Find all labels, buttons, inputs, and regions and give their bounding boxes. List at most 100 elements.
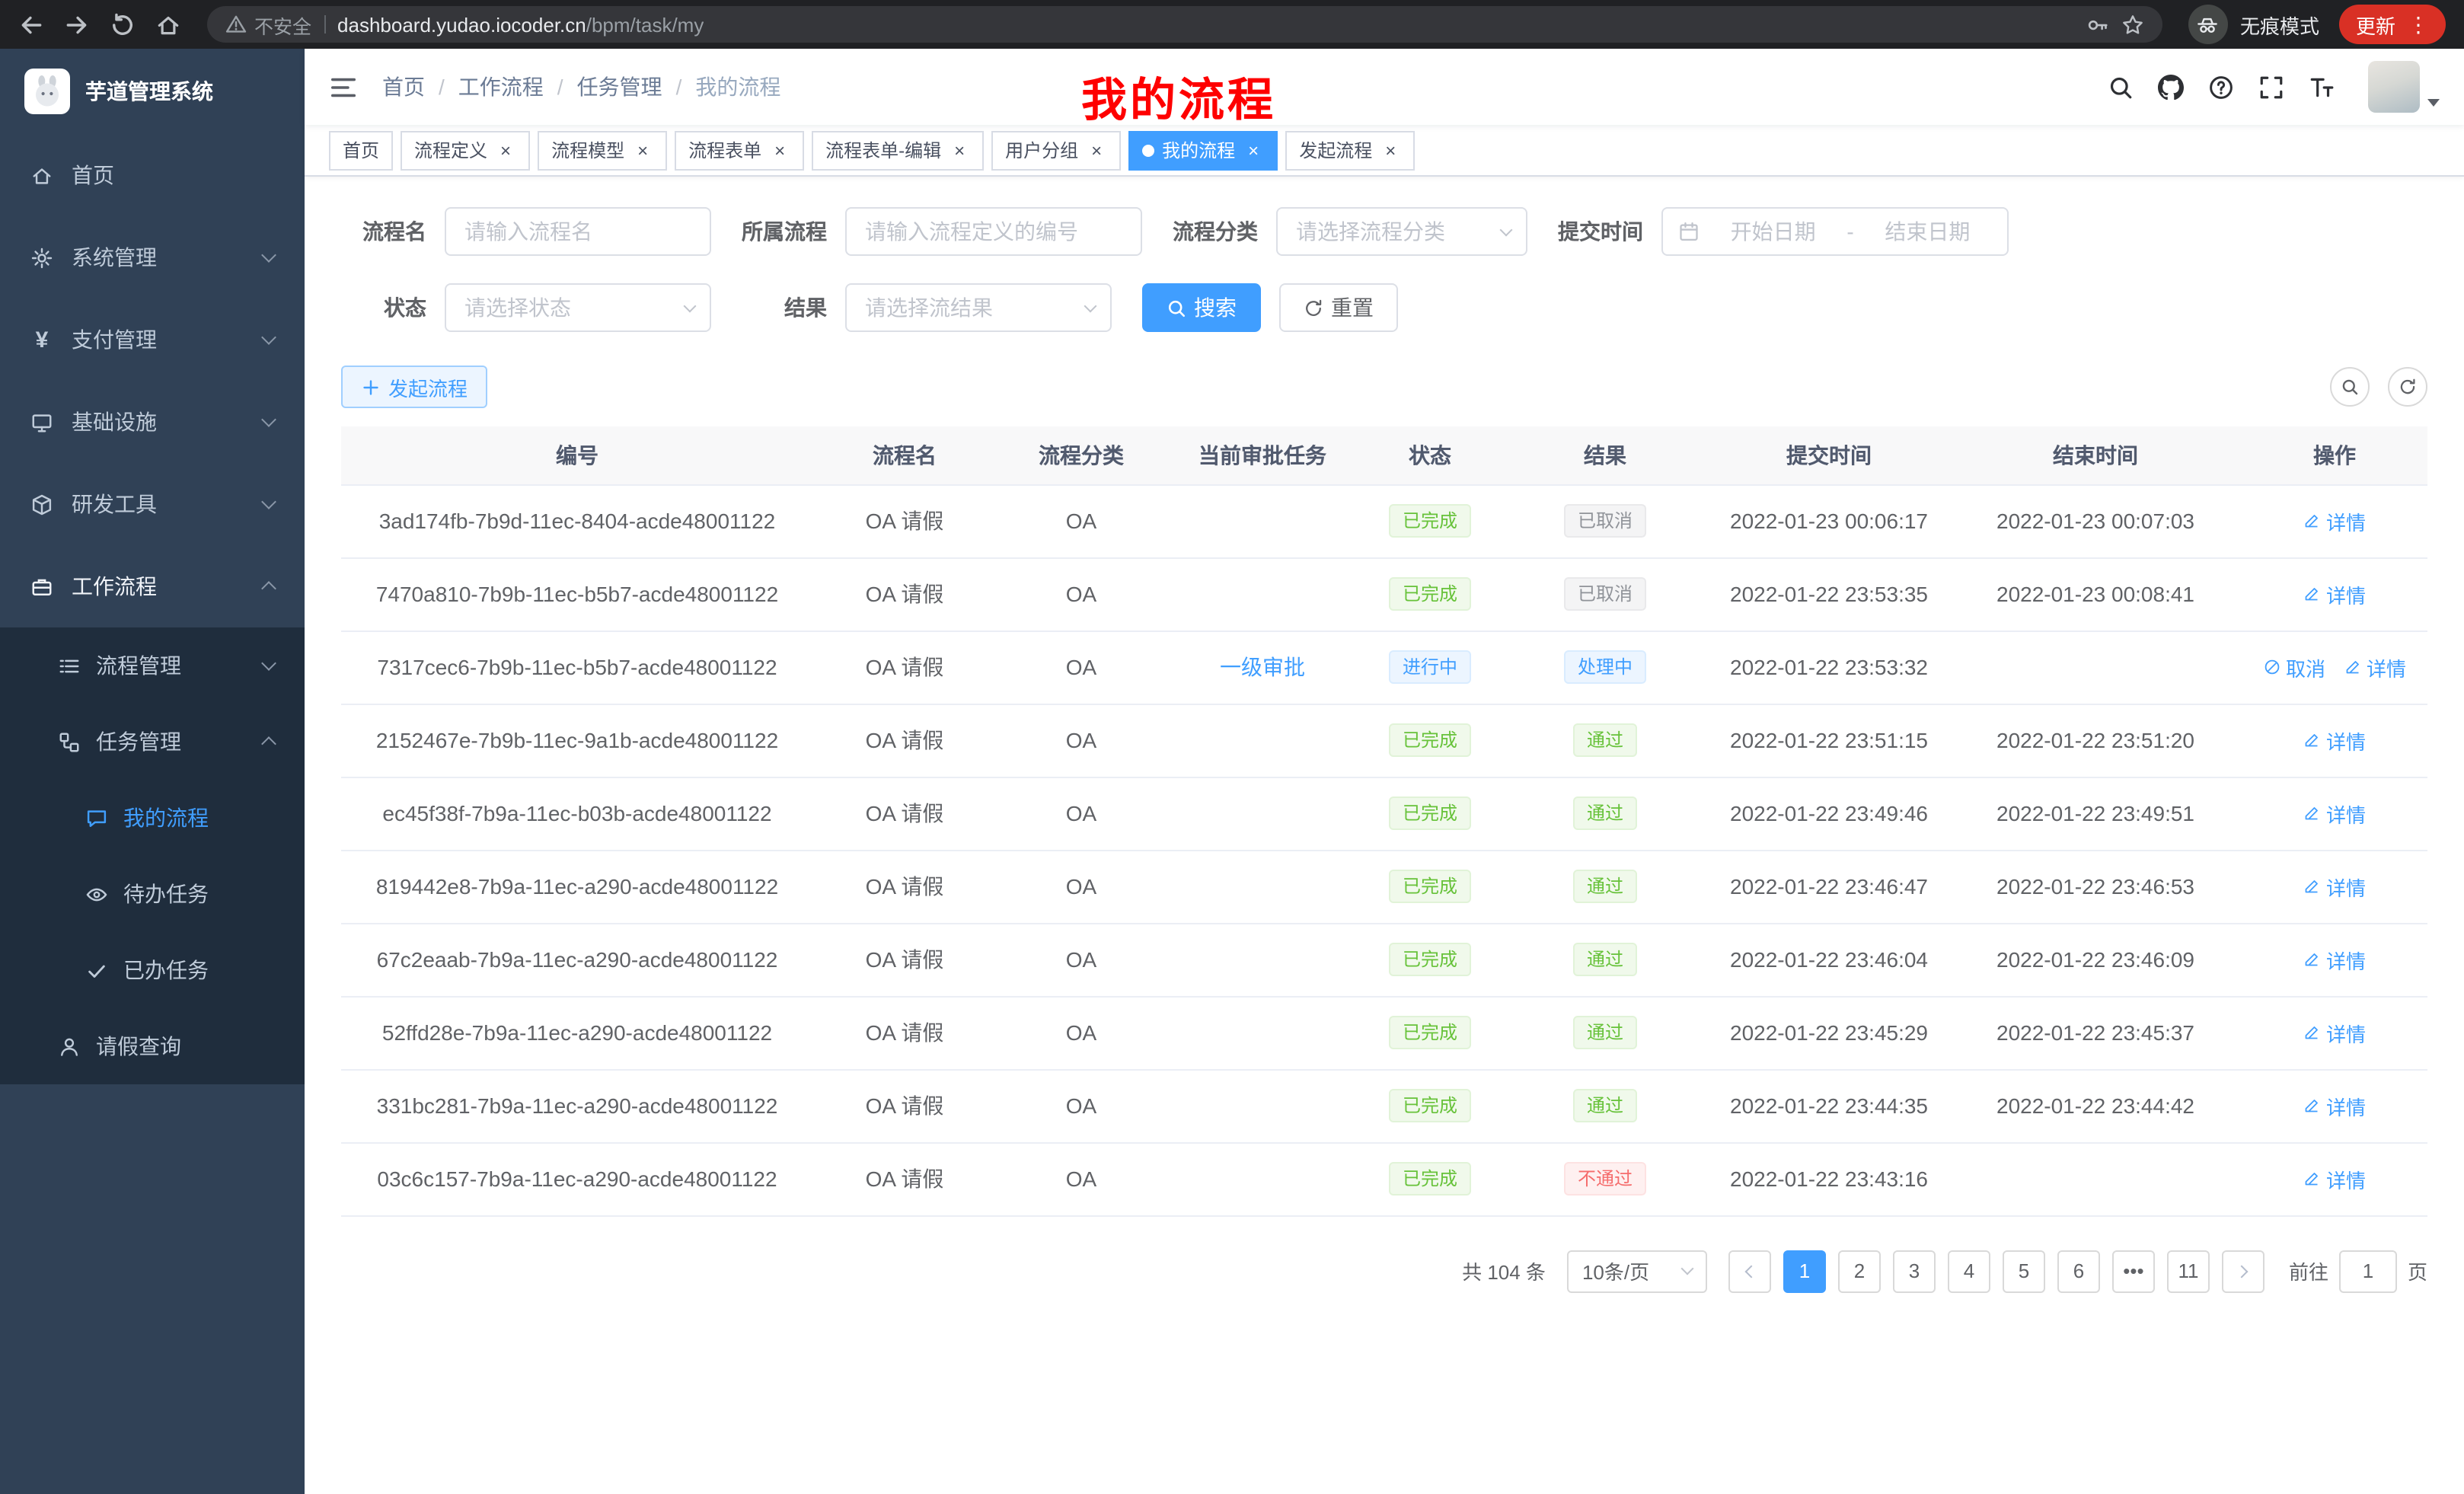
incognito-indicator[interactable]: 无痕模式 [2188, 5, 2319, 44]
page-button-3[interactable]: 3 [1893, 1250, 1936, 1292]
bookmark-star-icon[interactable] [2121, 13, 2144, 36]
sidebar-item-payment[interactable]: ¥ 支付管理 [0, 298, 305, 381]
close-icon[interactable] [769, 139, 790, 161]
detail-link[interactable]: 详情 [2303, 872, 2366, 901]
sidebar-item-leave-query[interactable]: 请假查询 [0, 1008, 305, 1084]
process-id-input[interactable] [845, 207, 1142, 256]
result-badge: 通过 [1573, 943, 1637, 976]
prev-page-button[interactable] [1728, 1250, 1771, 1292]
user-menu[interactable] [2368, 61, 2440, 113]
refresh-table-button[interactable] [2388, 367, 2427, 407]
cancel-link[interactable]: 取消 [2263, 653, 2325, 682]
tab-user-group[interactable]: 用户分组 [991, 130, 1121, 170]
result-badge: 通过 [1573, 1089, 1637, 1122]
close-icon[interactable] [1243, 139, 1264, 161]
hamburger-icon[interactable] [329, 72, 358, 101]
cell-result: 通过 [1502, 923, 1709, 996]
date-range-picker[interactable]: 开始日期 - 结束日期 [1661, 207, 2009, 256]
detail-link[interactable]: 详情 [2303, 1164, 2366, 1193]
page-button-1[interactable]: 1 [1783, 1250, 1826, 1292]
table-row: 2152467e-7b9b-11ec-9a1b-acde48001122 OA … [341, 704, 2427, 777]
status-badge: 已完成 [1389, 723, 1471, 757]
detail-link[interactable]: 详情 [2344, 653, 2406, 682]
result-select[interactable] [845, 283, 1112, 332]
start-process-button[interactable]: 发起流程 [341, 366, 487, 408]
home-icon[interactable] [155, 11, 181, 37]
status-select[interactable] [445, 283, 711, 332]
process-name-input[interactable] [445, 207, 711, 256]
tab-process-form[interactable]: 流程表单 [675, 130, 804, 170]
page-button-6[interactable]: 6 [2057, 1250, 2100, 1292]
font-size-icon[interactable] [2309, 74, 2335, 100]
tab-process-form-edit[interactable]: 流程表单-编辑 [812, 130, 984, 170]
detail-link[interactable]: 详情 [2303, 1091, 2366, 1120]
sidebar-item-process-management[interactable]: 流程管理 [0, 627, 305, 704]
cell-status: 已完成 [1358, 704, 1502, 777]
breadcrumb-task-management[interactable]: 任务管理 [544, 72, 662, 102]
detail-link[interactable]: 详情 [2303, 945, 2366, 974]
search-icon[interactable] [2108, 74, 2134, 100]
tab-process-definition[interactable]: 流程定义 [401, 130, 530, 170]
kebab-menu-icon[interactable]: ⋮ [2408, 14, 2429, 35]
sidebar-item-infrastructure[interactable]: 基础设施 [0, 381, 305, 463]
app-logo[interactable]: 芋道管理系统 [0, 49, 305, 134]
close-icon[interactable] [949, 139, 970, 161]
forward-icon[interactable] [64, 11, 90, 37]
sidebar-item-system[interactable]: 系统管理 [0, 216, 305, 298]
next-page-button[interactable] [2222, 1250, 2265, 1292]
detail-link[interactable]: 详情 [2303, 726, 2366, 755]
reload-icon[interactable] [110, 11, 136, 37]
page-button-4[interactable]: 4 [1948, 1250, 1990, 1292]
detail-link[interactable]: 详情 [2303, 799, 2366, 828]
fullscreen-icon[interactable] [2258, 74, 2284, 100]
sidebar-item-label: 首页 [72, 160, 114, 190]
more-pages-button[interactable]: ••• [2112, 1250, 2155, 1292]
sidebar-item-done-tasks[interactable]: 已办任务 [0, 932, 305, 1008]
detail-link[interactable]: 详情 [2303, 506, 2366, 535]
cell-actions: 详情 [2242, 850, 2427, 923]
reset-button[interactable]: 重置 [1279, 283, 1398, 332]
sidebar-item-devtools[interactable]: 研发工具 [0, 463, 305, 545]
close-icon[interactable] [1086, 139, 1107, 161]
close-icon[interactable] [1380, 139, 1401, 161]
cell-result: 通过 [1502, 704, 1709, 777]
address-bar[interactable]: 不安全 dashboard.yudao.iocoder.cn/bpm/task/… [207, 6, 2162, 43]
breadcrumb-home[interactable]: 首页 [382, 72, 425, 102]
sidebar-item-todo-tasks[interactable]: 待办任务 [0, 856, 305, 932]
edit-icon [2303, 950, 2322, 969]
page-button-last[interactable]: 11 [2167, 1250, 2210, 1292]
cell-task [1167, 777, 1358, 850]
caret-down-icon [2427, 99, 2440, 107]
detail-link[interactable]: 详情 [2303, 579, 2366, 608]
cell-actions: 详情 [2242, 1069, 2427, 1142]
search-button[interactable]: 搜索 [1142, 283, 1261, 332]
tab-home[interactable]: 首页 [329, 130, 393, 170]
tab-start-process[interactable]: 发起流程 [1285, 130, 1415, 170]
key-icon[interactable] [2086, 13, 2109, 36]
github-icon[interactable] [2158, 74, 2184, 100]
back-icon[interactable] [18, 11, 44, 37]
close-icon[interactable] [632, 139, 653, 161]
sidebar-item-home[interactable]: 首页 [0, 134, 305, 216]
sidebar-item-workflow[interactable]: 工作流程 [0, 545, 305, 627]
security-status[interactable]: 不安全 [225, 10, 311, 39]
jump-page-input[interactable] [2339, 1250, 2397, 1292]
user-icon [58, 1035, 81, 1058]
detail-link[interactable]: 详情 [2303, 1018, 2366, 1047]
breadcrumb-workflow[interactable]: 工作流程 [425, 72, 544, 102]
close-icon[interactable] [495, 139, 516, 161]
page-button-2[interactable]: 2 [1838, 1250, 1881, 1292]
app-title: 芋道管理系统 [85, 76, 213, 107]
sidebar-item-task-management[interactable]: 任务管理 [0, 704, 305, 780]
page-button-5[interactable]: 5 [2003, 1250, 2045, 1292]
update-button[interactable]: 更新 ⋮ [2339, 5, 2446, 44]
category-select[interactable] [1276, 207, 1527, 256]
help-icon[interactable] [2208, 74, 2234, 100]
tab-my-process[interactable]: 我的流程 [1128, 130, 1278, 170]
current-task-link[interactable]: 一级审批 [1220, 655, 1305, 679]
sidebar-item-my-process[interactable]: 我的流程 [0, 780, 305, 856]
toggle-search-button[interactable] [2330, 367, 2370, 407]
page-size-select[interactable]: 10条/页 [1567, 1250, 1707, 1292]
tab-process-model[interactable]: 流程模型 [538, 130, 667, 170]
cell-actions: 详情 [2242, 557, 2427, 630]
